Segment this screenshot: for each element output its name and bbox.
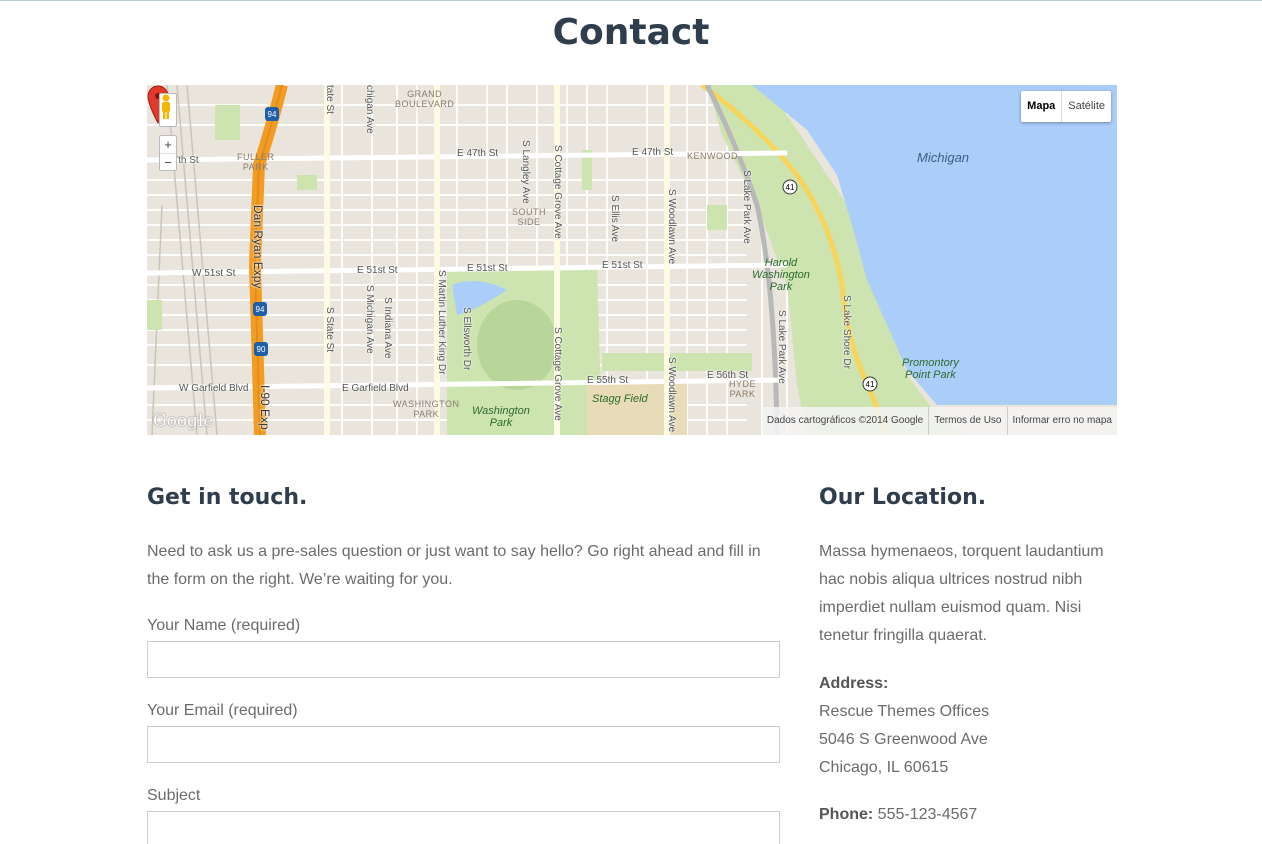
location-heading: Our Location. bbox=[819, 485, 987, 510]
park-label: Harold Washington Park bbox=[752, 257, 810, 293]
map-type-map-button[interactable]: Mapa bbox=[1021, 91, 1063, 122]
street-label: E 55th St bbox=[587, 375, 629, 386]
zoom-in-button[interactable]: + bbox=[160, 136, 176, 153]
street-label: S Ellis Ave bbox=[609, 195, 620, 243]
name-input[interactable] bbox=[147, 641, 780, 678]
street-label: I-90 Exp bbox=[258, 385, 272, 430]
address-line: 5046 S Greenwood Ave bbox=[819, 731, 988, 748]
google-map[interactable]: 94 94 90 41 41 47th St E 47th St E 47th … bbox=[147, 85, 1117, 435]
contact-intro: Need to ask us a pre-sales question or j… bbox=[147, 543, 761, 588]
street-label: S Lake Park Ave bbox=[776, 310, 787, 384]
phone-label: Phone: bbox=[819, 806, 874, 823]
area-label: KENWOOD bbox=[687, 151, 739, 161]
street-label: E 47th St bbox=[632, 147, 674, 158]
subject-input[interactable] bbox=[147, 811, 780, 844]
address-line: Rescue Themes Offices bbox=[819, 703, 990, 720]
street-label: S State St bbox=[324, 307, 335, 353]
street-view-pegman-icon[interactable] bbox=[159, 93, 177, 127]
street-label: E 47th St bbox=[457, 148, 499, 159]
phone-value: 555-123-4567 bbox=[877, 806, 978, 823]
shield-us41b: 41 bbox=[866, 380, 875, 389]
street-label: S Cottage Grove Ave bbox=[552, 327, 563, 421]
top-border bbox=[0, 0, 1262, 1]
street-label: W 51st St bbox=[192, 268, 236, 279]
area-label: FULLER PARK bbox=[237, 152, 275, 172]
street-label: tate St bbox=[324, 85, 335, 114]
street-label: E 51st St bbox=[602, 260, 643, 271]
park-label: Washington Park bbox=[472, 405, 530, 429]
street-label: S Martin Luther King Dr bbox=[436, 270, 447, 375]
phone-block: Phone: 555-123-4567 bbox=[819, 801, 977, 829]
street-label: S Lake Shore Dr bbox=[841, 295, 852, 369]
address-line: Chicago, IL 60615 bbox=[819, 759, 949, 776]
area-label: SOUTH SIDE bbox=[512, 207, 546, 227]
shield-us41a: 41 bbox=[786, 183, 795, 192]
lake-label: Michigan bbox=[917, 150, 970, 165]
street-label: S Ellsworth Dr bbox=[461, 307, 472, 371]
park-label: Stagg Field bbox=[592, 393, 648, 405]
zoom-out-button[interactable]: − bbox=[160, 153, 176, 170]
street-label: E 51st St bbox=[357, 265, 398, 276]
street-label: chigan Ave bbox=[364, 85, 375, 134]
map-type-control: Mapa Satélite bbox=[1021, 91, 1111, 122]
map-attribution: Dados cartográficos ©2014 Google Termos … bbox=[761, 407, 1118, 435]
address-label: Address: bbox=[819, 675, 889, 692]
street-label: E 51st St bbox=[467, 263, 508, 274]
street-label: S Cottage Grove Ave bbox=[552, 145, 563, 239]
terms-link[interactable]: Termos de Uso bbox=[928, 407, 1006, 435]
shield-i94b: 94 bbox=[256, 305, 265, 314]
page-title: Contact bbox=[552, 12, 710, 53]
street-label: E Garfield Blvd bbox=[342, 383, 409, 394]
email-input[interactable] bbox=[147, 726, 780, 763]
park-label: Promontory Point Park bbox=[902, 357, 959, 381]
map-type-satellite-button[interactable]: Satélite bbox=[1062, 91, 1111, 122]
street-label: S Lake Park Ave bbox=[741, 170, 752, 244]
area-label: HYDE PARK bbox=[729, 379, 757, 399]
location-description: Massa hymenaeos, torquent laudantium hac… bbox=[819, 543, 1104, 644]
report-error-link[interactable]: Informar erro no mapa bbox=[1006, 407, 1118, 435]
street-label: Dan Ryan Expy bbox=[251, 205, 265, 289]
zoom-control: + − bbox=[159, 135, 177, 171]
shield-i94a: 94 bbox=[268, 110, 277, 119]
map-data-credit: Dados cartográficos ©2014 Google bbox=[766, 415, 924, 426]
street-label: S Woodlawn Ave bbox=[666, 189, 677, 265]
street-label: S Langley Ave bbox=[520, 140, 531, 204]
street-label: W Garfield Blvd bbox=[179, 383, 249, 394]
google-logo[interactable]: Google bbox=[153, 411, 213, 431]
street-label: S Indiana Ave bbox=[382, 297, 393, 359]
shield-i90: 90 bbox=[257, 345, 266, 354]
street-label: S Michigan Ave bbox=[364, 285, 375, 354]
email-label: Your Email (required) bbox=[147, 702, 298, 719]
area-label: GRAND BOULEVARD bbox=[395, 89, 455, 109]
area-label: WASHINGTON PARK bbox=[393, 399, 460, 419]
contact-heading: Get in touch. bbox=[147, 485, 308, 510]
name-label: Your Name (required) bbox=[147, 617, 301, 634]
subject-label: Subject bbox=[147, 787, 201, 804]
street-label: S Woodlawn Ave bbox=[666, 357, 677, 433]
address-block: Address: Rescue Themes Offices 5046 S Gr… bbox=[819, 670, 1119, 782]
